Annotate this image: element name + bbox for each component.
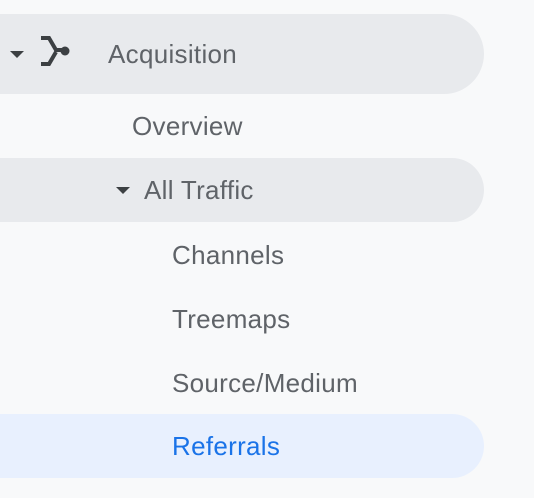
nav-label-overview: Overview	[132, 110, 243, 141]
nav-label-all-traffic: All Traffic	[144, 174, 254, 205]
nav-label-source-medium: Source/Medium	[172, 367, 358, 398]
nav-item-all-traffic[interactable]: All Traffic	[0, 158, 484, 222]
caret-down-icon[interactable]	[116, 187, 130, 194]
nav-label-acquisition: Acquisition	[108, 38, 238, 69]
nav-label-treemaps: Treemaps	[172, 303, 291, 334]
caret-down-icon[interactable]	[10, 51, 24, 58]
nav-item-treemaps[interactable]: Treemaps	[0, 288, 484, 350]
nav-item-overview[interactable]: Overview	[0, 96, 484, 156]
nav-item-referrals[interactable]: Referrals	[0, 414, 484, 478]
acquisition-fork-icon	[41, 36, 70, 66]
nav-item-source-medium[interactable]: Source/Medium	[0, 352, 484, 414]
sidebar-nav: Acquisition Overview All Traffic Channel…	[0, 0, 534, 498]
nav-item-acquisition[interactable]: Acquisition	[0, 14, 484, 94]
nav-label-channels: Channels	[172, 239, 285, 270]
nav-label-referrals: Referrals	[172, 430, 281, 461]
nav-item-channels[interactable]: Channels	[0, 224, 484, 286]
